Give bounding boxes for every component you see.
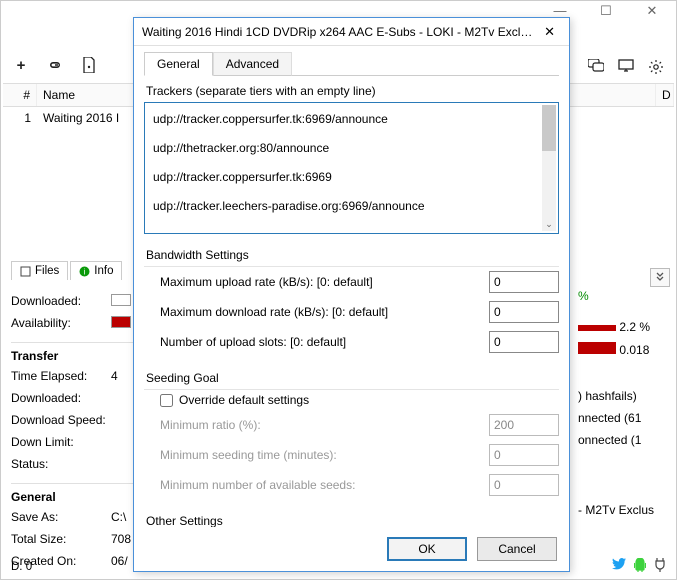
toolbar: +	[11, 55, 99, 75]
min-seeds-input	[489, 474, 559, 496]
label-upload-slots: Number of upload slots: [0: default]	[160, 335, 489, 349]
dialog-titlebar: Waiting 2016 Hindi 1CD DVDRip x264 AAC E…	[134, 18, 569, 46]
label-min-time: Minimum seeding time (minutes):	[160, 448, 489, 462]
add-icon[interactable]: +	[11, 55, 31, 75]
ok-button[interactable]: OK	[387, 537, 467, 561]
other-title: Other Settings	[146, 514, 559, 527]
max-download-input[interactable]	[489, 301, 559, 323]
chat-icon[interactable]	[586, 59, 606, 79]
label-max-upload: Maximum upload rate (kB/s): [0: default]	[160, 275, 489, 289]
label-override: Override default settings	[179, 393, 309, 407]
tab-files[interactable]: Files	[11, 261, 68, 280]
toolbar-right	[586, 59, 666, 79]
label-availability: Availability:	[11, 316, 111, 330]
seeding-title: Seeding Goal	[146, 371, 559, 385]
bandwidth-title: Bandwidth Settings	[146, 248, 559, 262]
section-transfer: Transfer	[11, 342, 141, 365]
twitter-icon[interactable]	[612, 558, 626, 575]
label-min-ratio: Minimum ratio (%):	[160, 418, 489, 432]
link-icon[interactable]	[45, 55, 65, 75]
min-time-input	[489, 444, 559, 466]
trackers-legend: Trackers (separate tiers with an empty l…	[144, 84, 559, 98]
label-max-download: Maximum download rate (kB/s): [0: defaul…	[160, 305, 489, 319]
dialog-tabs: General Advanced	[144, 52, 559, 76]
details-panel: Files i Info Downloaded: Availability: T…	[11, 261, 141, 572]
upload-slots-input[interactable]	[489, 331, 559, 353]
gear-icon[interactable]	[646, 59, 666, 79]
cancel-button[interactable]: Cancel	[477, 537, 557, 561]
override-checkbox[interactable]	[160, 394, 173, 407]
scroll-down-icon[interactable]: ⌄	[542, 217, 556, 231]
android-icon[interactable]	[634, 558, 646, 575]
scrollbar-thumb[interactable]	[542, 105, 556, 151]
plug-icon[interactable]	[654, 558, 666, 575]
label-min-seeds: Minimum number of available seeds:	[160, 478, 489, 492]
section-general: General	[11, 483, 141, 506]
max-upload-input[interactable]	[489, 271, 559, 293]
scrollbar[interactable]: ⌄	[542, 105, 556, 231]
close-icon[interactable]: ✕	[634, 3, 670, 19]
monitor-icon[interactable]	[616, 59, 636, 79]
label-downloaded: Downloaded:	[11, 294, 111, 308]
dialog-title: Waiting 2016 Hindi 1CD DVDRip x264 AAC E…	[142, 25, 538, 39]
file-icon[interactable]	[79, 55, 99, 75]
dialog-buttons: OK Cancel	[134, 527, 569, 571]
properties-dialog: Waiting 2016 Hindi 1CD DVDRip x264 AAC E…	[133, 17, 570, 572]
tab-general[interactable]: General	[144, 52, 213, 76]
col-d[interactable]: D	[656, 84, 674, 106]
maximize-icon[interactable]: ☐	[588, 3, 624, 19]
trackers-textarea[interactable]: udp://tracker.coppersurfer.tk:6969/annou…	[144, 102, 559, 234]
min-ratio-input	[489, 414, 559, 436]
svg-text:i: i	[84, 267, 86, 276]
tab-advanced[interactable]: Advanced	[213, 52, 292, 76]
close-button[interactable]: ✕	[538, 22, 561, 42]
col-num[interactable]: #	[3, 84, 37, 106]
tab-info[interactable]: i Info	[70, 261, 122, 280]
right-stats: % 2.2 % 0.018 ) hashfails) nnected (61 o…	[578, 261, 668, 521]
